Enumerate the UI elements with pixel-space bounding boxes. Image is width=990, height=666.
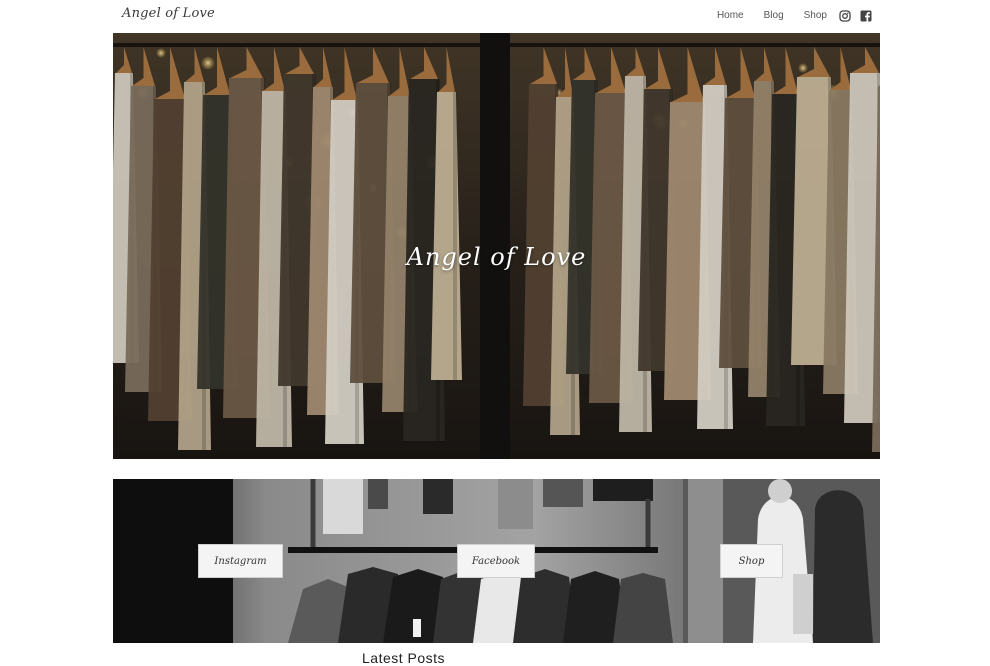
latest-posts-heading: Latest Posts bbox=[362, 650, 446, 666]
facebook-button[interactable]: Facebook bbox=[457, 544, 535, 578]
nav-home[interactable]: Home bbox=[717, 10, 744, 21]
nav-blog[interactable]: Blog bbox=[764, 10, 784, 21]
instagram-button[interactable]: Instagram bbox=[198, 544, 283, 578]
nav-shop[interactable]: Shop bbox=[804, 10, 827, 21]
hero-title: Angel of Love bbox=[406, 243, 587, 271]
instagram-icon[interactable] bbox=[839, 9, 851, 22]
main-nav: Home Blog Shop bbox=[717, 9, 872, 22]
facebook-icon[interactable] bbox=[860, 9, 872, 22]
hero-banner: Angel of Love bbox=[113, 33, 880, 459]
shop-button[interactable]: Shop bbox=[720, 544, 783, 578]
site-header: Angel of Love Home Blog Shop bbox=[0, 0, 990, 33]
site-logo[interactable]: Angel of Love bbox=[122, 6, 215, 21]
links-banner: Instagram Facebook Shop bbox=[113, 479, 880, 643]
